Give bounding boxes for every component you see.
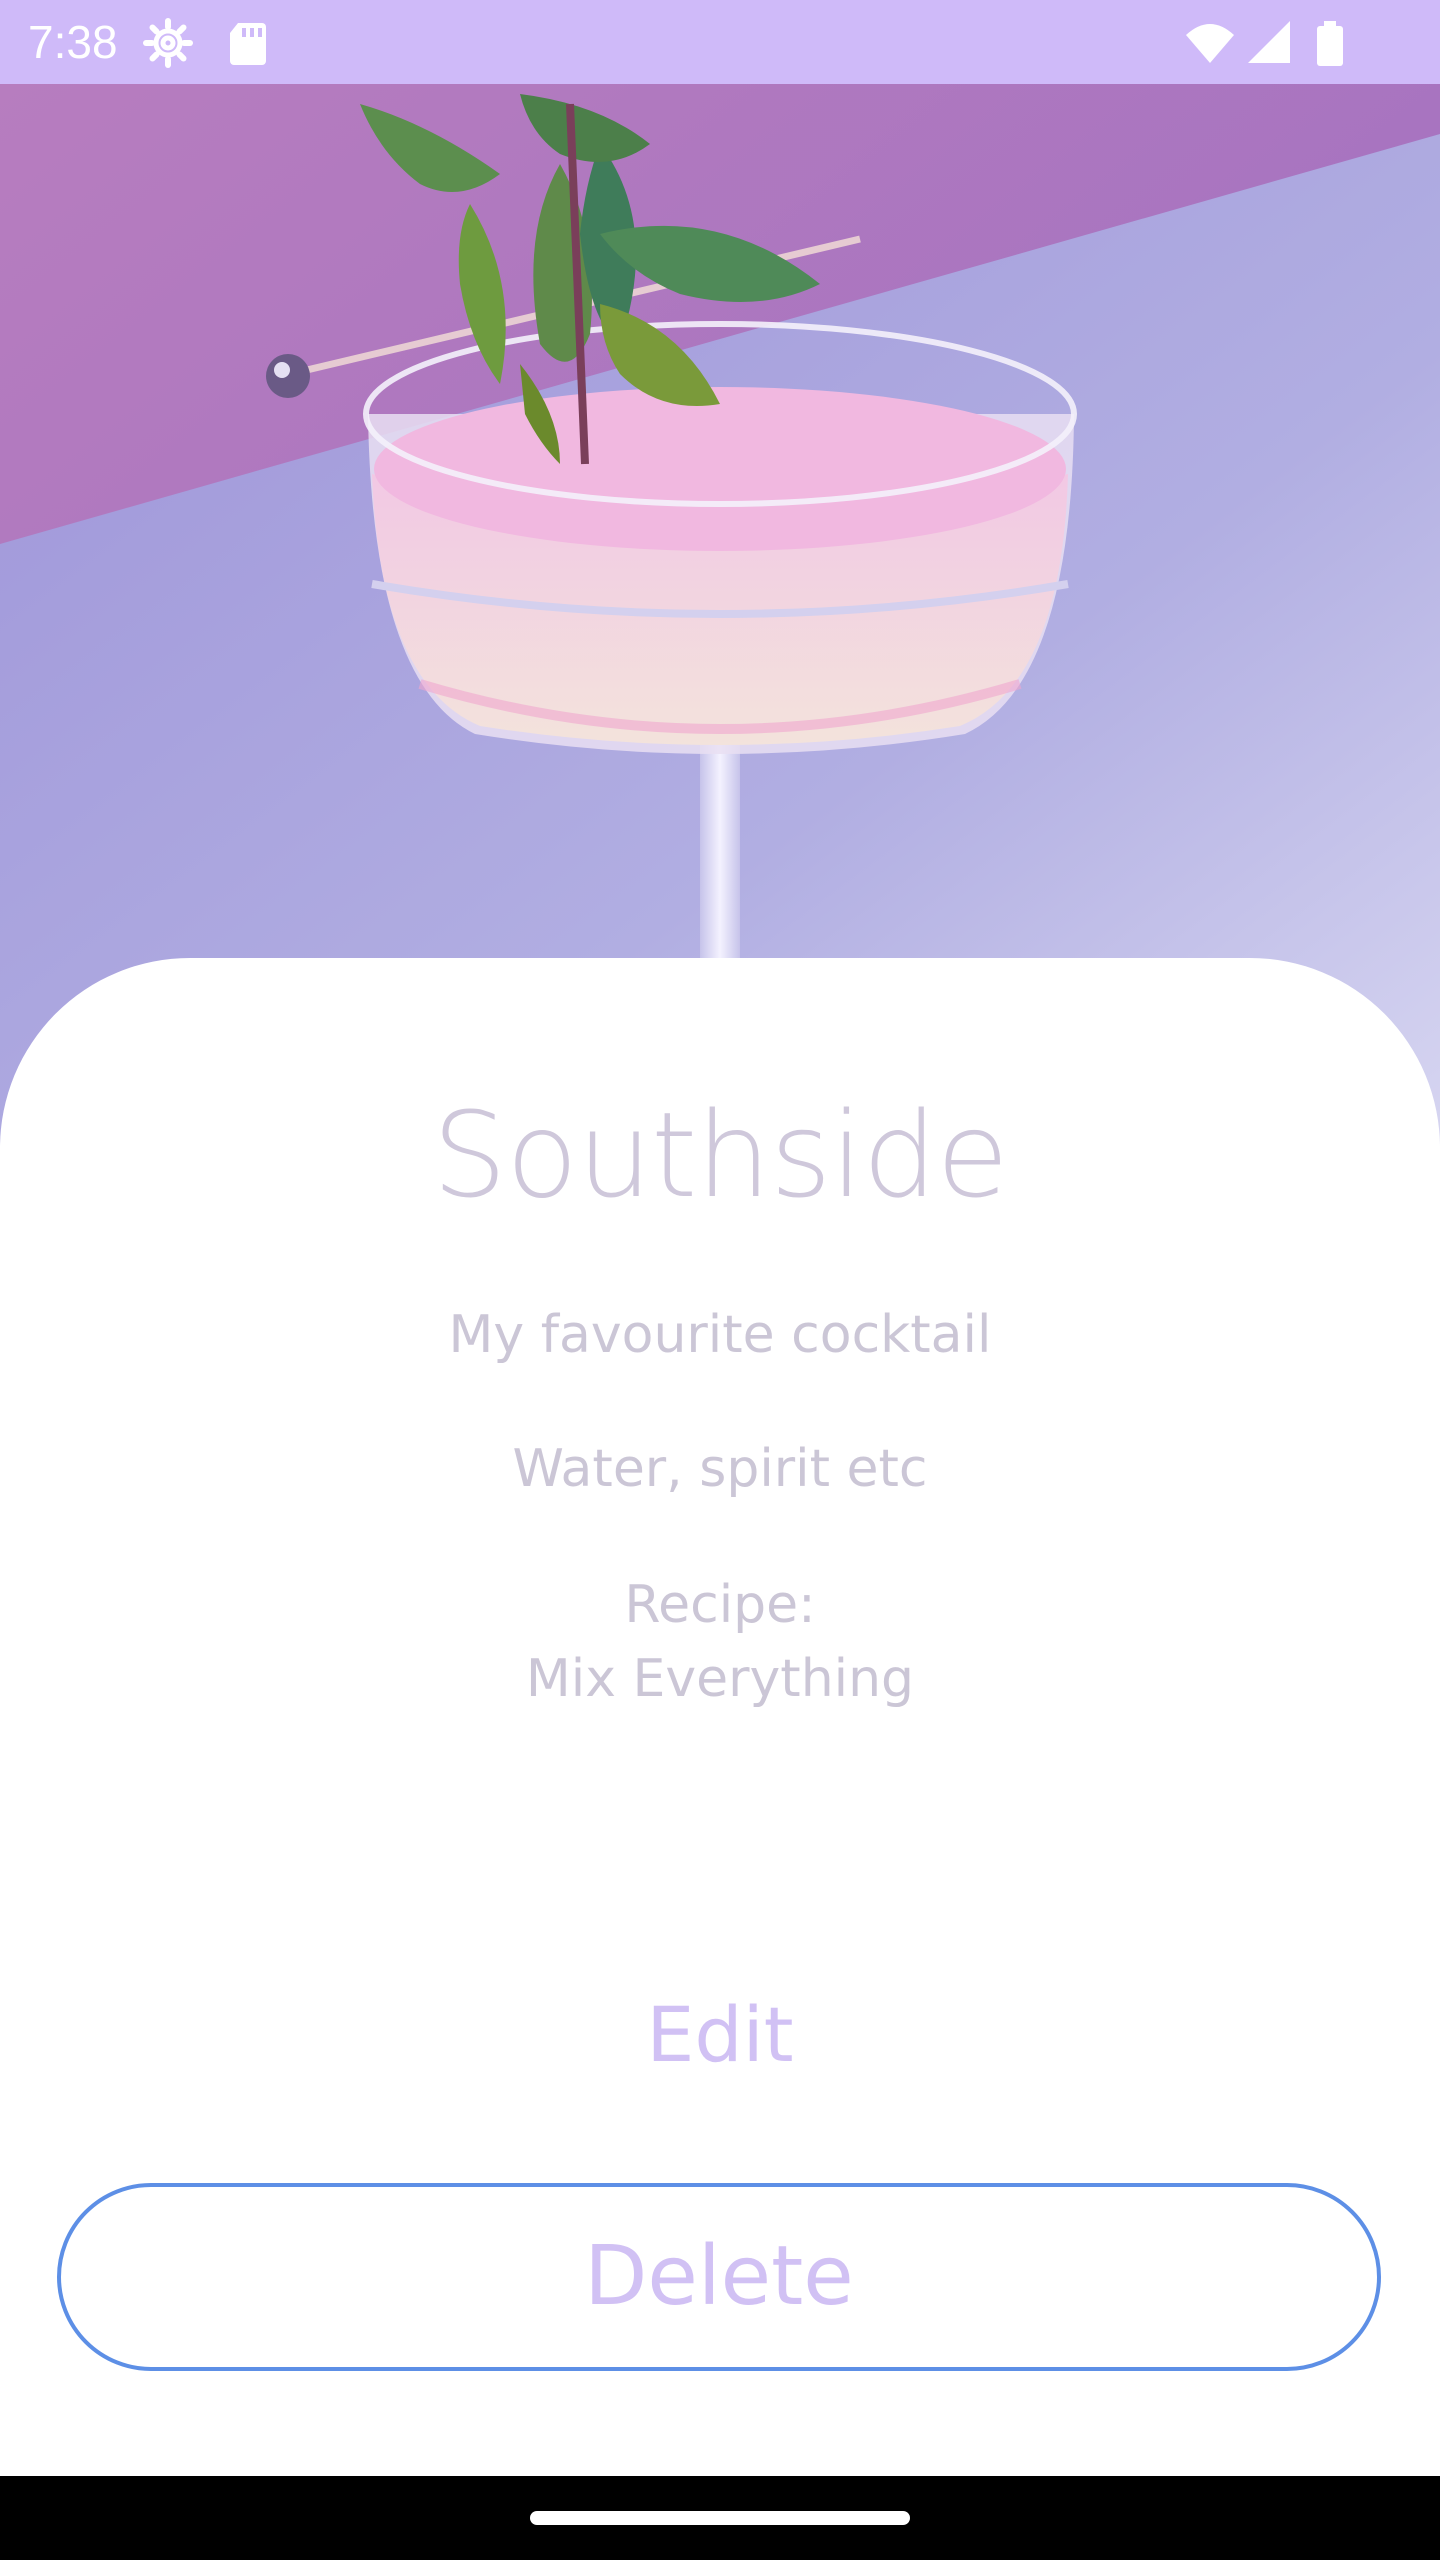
status-bar: 7:38 xyxy=(0,0,1440,84)
cocktail-name: Southside xyxy=(432,1086,1009,1224)
sd-card-icon xyxy=(230,23,266,65)
status-time: 7:38 xyxy=(28,16,118,68)
recipe-text: Mix Everything xyxy=(525,1649,915,1709)
recipe-label: Recipe: xyxy=(624,1575,816,1635)
settings-gear-icon xyxy=(143,18,193,68)
edit-button[interactable]: Edit xyxy=(520,1980,920,2090)
home-indicator[interactable] xyxy=(530,2511,910,2525)
delete-button[interactable]: Delete xyxy=(57,2183,1381,2371)
cocktail-detail-screen: 7:38 Southside My favourite cocktail Wat… xyxy=(0,0,1440,2560)
battery-icon xyxy=(1317,21,1343,66)
cocktail-ingredients: Water, spirit etc xyxy=(512,1439,928,1499)
cell-signal-icon xyxy=(1248,21,1290,63)
cocktail-description: My favourite cocktail xyxy=(448,1305,992,1365)
wifi-icon xyxy=(1186,24,1234,63)
